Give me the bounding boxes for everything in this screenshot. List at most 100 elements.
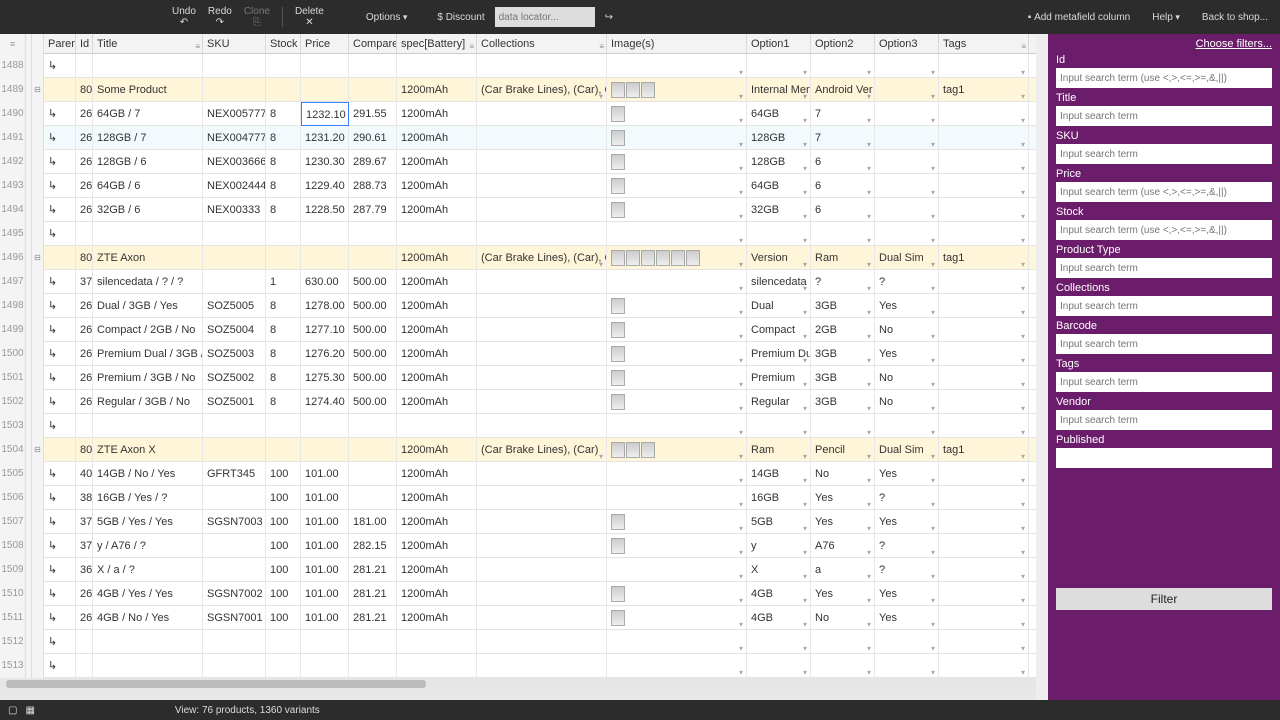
cell-stock[interactable] [266, 78, 301, 102]
cell-title[interactable]: y / A76 / ? [93, 534, 203, 558]
cell-stock[interactable] [266, 54, 301, 78]
cell-compare[interactable] [349, 462, 397, 486]
cell-tags[interactable]: ▾ [939, 534, 1029, 558]
cell-collections[interactable] [477, 606, 607, 630]
vertical-scrollbar[interactable] [1036, 34, 1048, 700]
cell-collections[interactable]: (Car Brake Lines), (Car)▾ [477, 438, 607, 462]
cell-title[interactable]: 4GB / No / Yes [93, 606, 203, 630]
cell-compare[interactable] [349, 486, 397, 510]
cell-price[interactable] [301, 246, 349, 270]
cell-sku[interactable] [203, 54, 266, 78]
cell-id[interactable]: 26 [76, 294, 93, 318]
cell-compare[interactable] [349, 654, 397, 678]
cell-collections[interactable] [477, 318, 607, 342]
cell-option3[interactable]: Dual Sim▾ [875, 438, 939, 462]
cell-title[interactable]: silencedata / ? / ? [93, 270, 203, 294]
cell-compare[interactable] [349, 246, 397, 270]
cell-parent[interactable]: ↳ [44, 198, 76, 222]
cell-tags[interactable]: ▾ [939, 198, 1029, 222]
cell-stock[interactable]: 8 [266, 174, 301, 198]
cell-id[interactable]: 26 [76, 126, 93, 150]
cell-spec[interactable]: 1200mAh [397, 294, 477, 318]
cell-stock[interactable]: 8 [266, 318, 301, 342]
redo-button[interactable]: Redo↷ [202, 6, 238, 28]
cell-spec[interactable]: 1200mAh [397, 318, 477, 342]
cell-collections[interactable] [477, 150, 607, 174]
cell-price[interactable]: 1278.00 [301, 294, 349, 318]
table-row[interactable]: 1501↳26Premium / 3GB / NoSOZ500281275.30… [0, 366, 1036, 390]
cell-parent[interactable]: ↳ [44, 462, 76, 486]
cell-compare[interactable]: 281.21 [349, 606, 397, 630]
cell-sku[interactable]: NEX003666 [203, 150, 266, 174]
cell-option1[interactable]: Premium▾ [747, 366, 811, 390]
cell-collections[interactable] [477, 558, 607, 582]
expand-toggle[interactable] [32, 462, 44, 486]
cell-stock[interactable]: 8 [266, 342, 301, 366]
cell-tags[interactable]: ▾ [939, 294, 1029, 318]
filter-input-title[interactable] [1056, 106, 1272, 126]
table-row[interactable]: 1505↳4014GB / No / YesGFRT345100101.0012… [0, 462, 1036, 486]
col-compare[interactable]: Compare [349, 34, 397, 54]
cell-option3[interactable]: ▾ [875, 414, 939, 438]
expand-toggle[interactable] [32, 126, 44, 150]
cell-sku[interactable]: SGSN7001 [203, 606, 266, 630]
cell-option3[interactable]: Yes▾ [875, 342, 939, 366]
cell-collections[interactable] [477, 126, 607, 150]
cell-option3[interactable]: ▾ [875, 126, 939, 150]
cell-price[interactable] [301, 414, 349, 438]
menu-icon[interactable]: ≡ [0, 34, 26, 54]
cell-parent[interactable]: ↳ [44, 486, 76, 510]
cell-option2[interactable]: 7▾ [811, 126, 875, 150]
cell-option3[interactable]: Dual Sim▾ [875, 246, 939, 270]
cell-title[interactable]: 128GB / 7 [93, 126, 203, 150]
expand-toggle[interactable] [32, 342, 44, 366]
cell-price[interactable] [301, 654, 349, 678]
cell-id[interactable]: 26 [76, 342, 93, 366]
cell-tags[interactable]: ▾ [939, 102, 1029, 126]
cell-images[interactable]: ▾ [607, 126, 747, 150]
table-row[interactable]: 1491↳26128GB / 7NEX00477781231.20290.611… [0, 126, 1036, 150]
cell-images[interactable]: ▾ [607, 222, 747, 246]
cell-parent[interactable]: ↳ [44, 366, 76, 390]
cell-images[interactable]: ▾ [607, 174, 747, 198]
cell-id[interactable] [76, 222, 93, 246]
cell-sku[interactable] [203, 654, 266, 678]
cell-spec[interactable]: 1200mAh [397, 486, 477, 510]
cell-tags[interactable]: ▾ [939, 150, 1029, 174]
cell-compare[interactable]: 500.00 [349, 294, 397, 318]
cell-price[interactable]: 1230.30 [301, 150, 349, 174]
filter-input-stock[interactable] [1056, 220, 1272, 240]
cell-title[interactable]: 64GB / 7 [93, 102, 203, 126]
cell-price[interactable]: 1232.10 [301, 102, 349, 126]
col-option1[interactable]: Option1 [747, 34, 811, 54]
filter-input-product-type[interactable] [1056, 258, 1272, 278]
expand-toggle[interactable] [32, 558, 44, 582]
cell-option1[interactable]: ▾ [747, 222, 811, 246]
cell-images[interactable]: ▾ [607, 270, 747, 294]
cell-option3[interactable]: Yes▾ [875, 294, 939, 318]
cell-title[interactable]: 5GB / Yes / Yes [93, 510, 203, 534]
cell-spec[interactable]: 1200mAh [397, 606, 477, 630]
cell-tags[interactable]: ▾ [939, 270, 1029, 294]
cell-spec[interactable] [397, 54, 477, 78]
cell-collections[interactable] [477, 102, 607, 126]
cell-tags[interactable]: ▾ [939, 486, 1029, 510]
cell-parent[interactable]: ↳ [44, 126, 76, 150]
cell-tags[interactable]: tag1▾ [939, 246, 1029, 270]
cell-title[interactable]: ZTE Axon X [93, 438, 203, 462]
cell-title[interactable]: 32GB / 6 [93, 198, 203, 222]
cell-images[interactable]: ▾ [607, 510, 747, 534]
cell-compare[interactable]: 500.00 [349, 366, 397, 390]
cell-images[interactable]: ▾ [607, 462, 747, 486]
cell-parent[interactable] [44, 246, 76, 270]
cell-id[interactable]: 26 [76, 606, 93, 630]
filter-input-price[interactable] [1056, 182, 1272, 202]
cell-option1[interactable]: 128GB▾ [747, 150, 811, 174]
horizontal-scrollbar[interactable] [0, 678, 1036, 690]
cell-tags[interactable]: ▾ [939, 390, 1029, 414]
cell-collections[interactable] [477, 582, 607, 606]
cell-images[interactable]: ▾ [607, 390, 747, 414]
cell-id[interactable]: 80 [76, 438, 93, 462]
cell-option1[interactable]: ▾ [747, 654, 811, 678]
cell-stock[interactable]: 8 [266, 390, 301, 414]
